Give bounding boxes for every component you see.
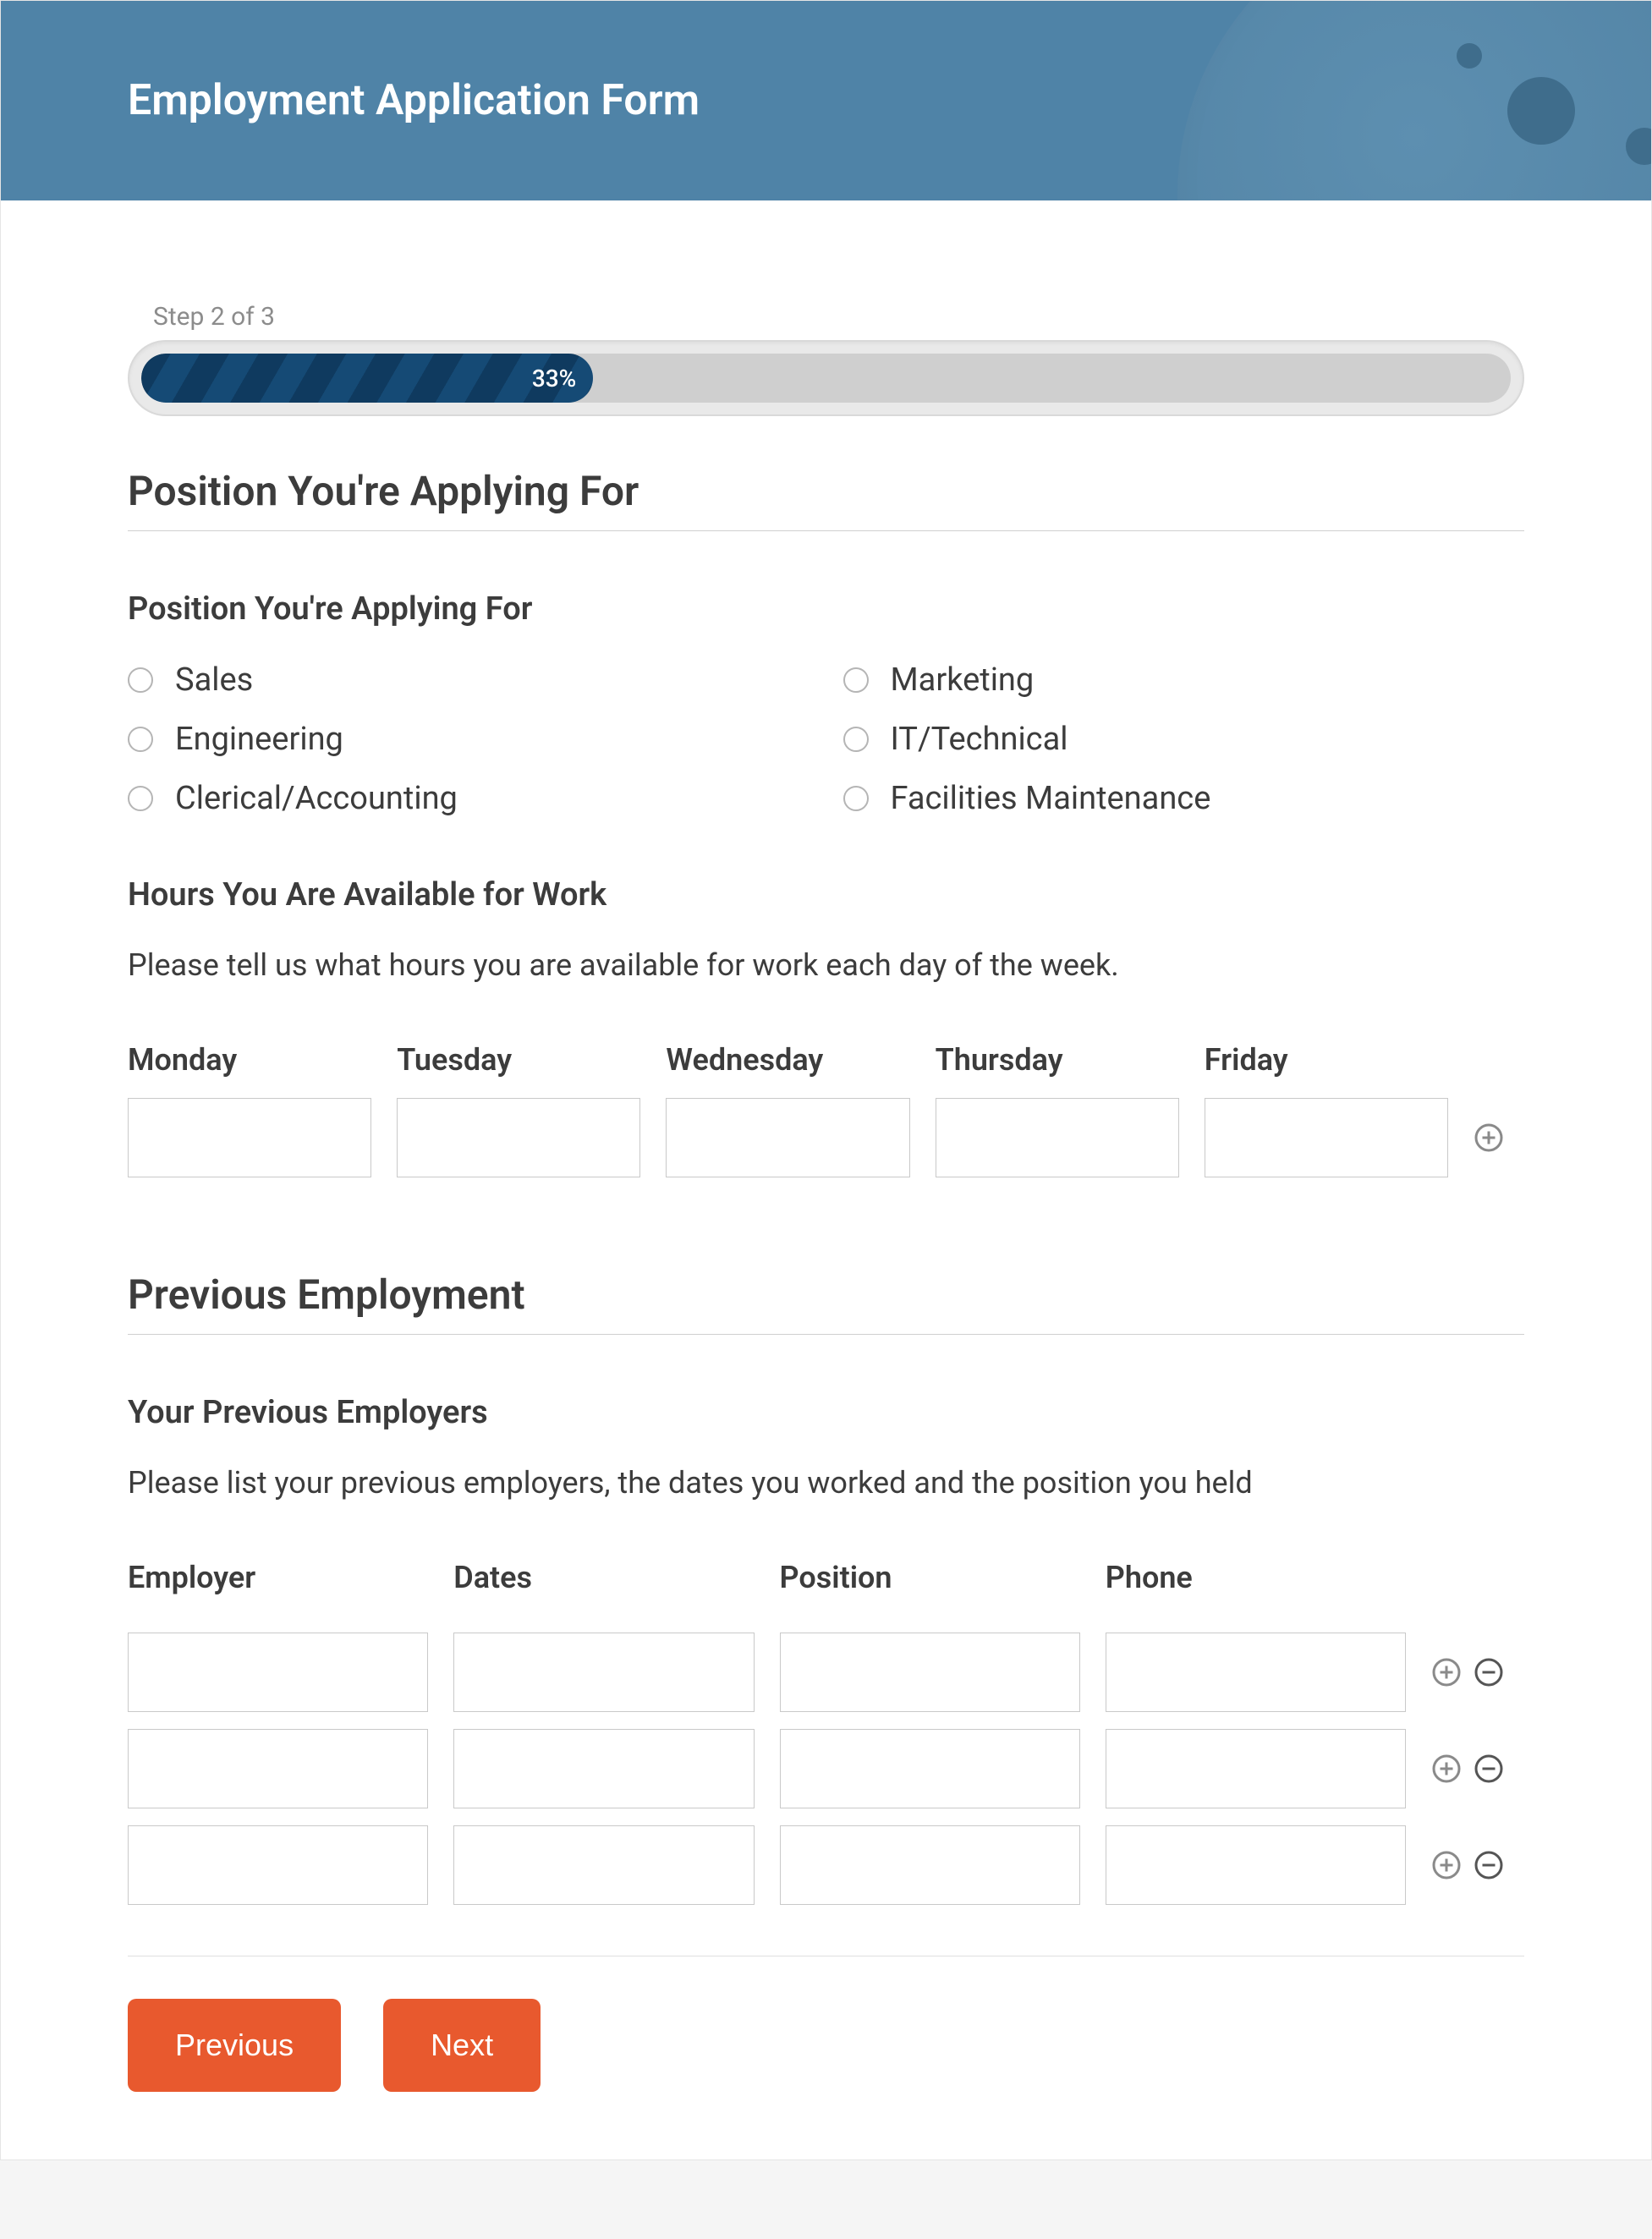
step-indicator: Step 2 of 3	[153, 302, 1524, 332]
decorative-dot	[1626, 128, 1651, 165]
radio-label: Sales	[175, 661, 253, 699]
section-title-previous: Previous Employment	[128, 1270, 1524, 1335]
hours-row-actions	[1474, 1098, 1524, 1177]
radio-icon	[128, 786, 153, 811]
form-header: Employment Application Form	[1, 1, 1651, 200]
hours-input-wednesday[interactable]	[666, 1098, 909, 1177]
radio-icon	[128, 667, 153, 693]
radio-label: Engineering	[175, 721, 343, 758]
position-input[interactable]	[780, 1633, 1080, 1712]
dates-input[interactable]	[453, 1729, 754, 1808]
hours-grid: Monday Tuesday Wednesday Thursday Friday	[128, 1042, 1524, 1177]
day-label-wednesday: Wednesday	[666, 1042, 909, 1078]
day-label-thursday: Thursday	[936, 1042, 1179, 1078]
position-field-label: Position You're Applying For	[128, 590, 1524, 628]
dates-input[interactable]	[453, 1633, 754, 1712]
progress-bar: 33%	[128, 340, 1524, 416]
radio-option-marketing[interactable]: Marketing	[843, 661, 1525, 699]
day-column: Wednesday	[666, 1042, 909, 1177]
add-row-icon[interactable]	[1431, 1753, 1462, 1784]
day-column: Thursday	[936, 1042, 1179, 1177]
radio-option-it[interactable]: IT/Technical	[843, 721, 1525, 758]
day-label-tuesday: Tuesday	[397, 1042, 640, 1078]
col-header-phone: Phone	[1106, 1560, 1406, 1595]
add-row-icon[interactable]	[1431, 1657, 1462, 1687]
decorative-dot	[1507, 77, 1575, 145]
col-header-position: Position	[780, 1560, 1080, 1595]
employer-input[interactable]	[128, 1729, 428, 1808]
position-input[interactable]	[780, 1729, 1080, 1808]
nav-buttons: Previous Next	[128, 1999, 1524, 2092]
hours-input-tuesday[interactable]	[397, 1098, 640, 1177]
day-column: Tuesday	[397, 1042, 640, 1177]
decorative-dot	[1457, 43, 1482, 69]
form-title: Employment Application Form	[128, 76, 700, 125]
radio-option-facilities[interactable]: Facilities Maintenance	[843, 780, 1525, 817]
employer-input[interactable]	[128, 1825, 428, 1905]
section-title-position: Position You're Applying For	[128, 467, 1524, 531]
position-options: Sales Marketing Engineering IT/Technical…	[128, 661, 1524, 817]
employer-header-row: Employer Dates Position Phone	[128, 1560, 1524, 1616]
phone-input[interactable]	[1106, 1633, 1406, 1712]
col-header-dates: Dates	[453, 1560, 754, 1595]
phone-input[interactable]	[1106, 1825, 1406, 1905]
remove-row-icon[interactable]	[1474, 1657, 1504, 1687]
row-actions	[1431, 1633, 1524, 1712]
previous-field-label: Your Previous Employers	[128, 1394, 1524, 1431]
radio-label: Marketing	[891, 661, 1035, 699]
hours-input-monday[interactable]	[128, 1098, 371, 1177]
position-input[interactable]	[780, 1825, 1080, 1905]
progress-percent: 33%	[532, 365, 576, 392]
radio-option-engineering[interactable]: Engineering	[128, 721, 810, 758]
day-label-monday: Monday	[128, 1042, 371, 1078]
radio-icon	[843, 727, 869, 752]
radio-option-clerical[interactable]: Clerical/Accounting	[128, 780, 810, 817]
remove-row-icon[interactable]	[1474, 1753, 1504, 1784]
employer-row	[128, 1729, 1524, 1808]
progress-fill: 33%	[141, 354, 593, 403]
row-actions	[1431, 1825, 1524, 1905]
hours-help-text: Please tell us what hours you are availa…	[128, 947, 1524, 983]
hours-input-friday[interactable]	[1205, 1098, 1448, 1177]
radio-icon	[843, 667, 869, 693]
row-actions	[1431, 1729, 1524, 1808]
employer-row	[128, 1825, 1524, 1905]
previous-help-text: Please list your previous employers, the…	[128, 1465, 1524, 1501]
hours-input-thursday[interactable]	[936, 1098, 1179, 1177]
remove-row-icon[interactable]	[1474, 1850, 1504, 1880]
hours-field-label: Hours You Are Available for Work	[128, 876, 1524, 914]
radio-label: IT/Technical	[891, 721, 1068, 758]
radio-label: Clerical/Accounting	[175, 780, 458, 817]
previous-button[interactable]: Previous	[128, 1999, 341, 2092]
day-label-friday: Friday	[1205, 1042, 1448, 1078]
col-header-employer: Employer	[128, 1560, 428, 1595]
phone-input[interactable]	[1106, 1729, 1406, 1808]
employer-row	[128, 1633, 1524, 1712]
dates-input[interactable]	[453, 1825, 754, 1905]
add-row-icon[interactable]	[1474, 1122, 1504, 1153]
radio-icon	[843, 786, 869, 811]
radio-icon	[128, 727, 153, 752]
add-row-icon[interactable]	[1431, 1850, 1462, 1880]
day-column: Friday	[1205, 1042, 1448, 1177]
day-column: Monday	[128, 1042, 371, 1177]
decorative-planet	[1177, 1, 1651, 200]
next-button[interactable]: Next	[383, 1999, 541, 2092]
radio-label: Facilities Maintenance	[891, 780, 1211, 817]
radio-option-sales[interactable]: Sales	[128, 661, 810, 699]
employer-input[interactable]	[128, 1633, 428, 1712]
